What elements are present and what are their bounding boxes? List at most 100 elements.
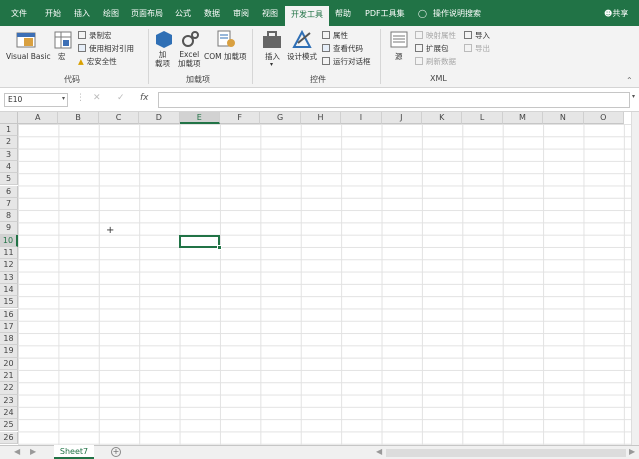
row-header-18[interactable]: 18: [0, 333, 18, 346]
column-header-c[interactable]: C: [98, 112, 140, 124]
scroll-right-icon[interactable]: ▶: [629, 447, 635, 456]
tab-pdf-tools[interactable]: PDF工具集: [365, 8, 405, 19]
vertical-scrollbar[interactable]: [631, 112, 639, 445]
tab-file[interactable]: 文件: [11, 8, 27, 19]
com-addins-button[interactable]: COM 加载项: [204, 52, 247, 61]
tell-me-search[interactable]: ◯ 操作说明搜索: [418, 8, 481, 19]
tab-home[interactable]: 开始: [45, 8, 61, 19]
select-all-corner[interactable]: [0, 112, 18, 124]
column-header-e[interactable]: E: [179, 112, 220, 124]
horizontal-scrollbar[interactable]: [386, 449, 626, 457]
row-header-2[interactable]: 2: [0, 136, 18, 149]
source-button[interactable]: 源: [395, 52, 403, 61]
refresh-data-label: 刷新数据: [426, 57, 456, 66]
properties-button[interactable]: 属性: [322, 30, 348, 41]
row-header-23[interactable]: 23: [0, 394, 18, 407]
cancel-icon[interactable]: ✕: [93, 93, 101, 103]
enter-icon[interactable]: ✓: [117, 93, 125, 103]
tab-formulas[interactable]: 公式: [175, 8, 191, 19]
map-properties-button[interactable]: 映射属性: [415, 30, 456, 41]
row-header-20[interactable]: 20: [0, 357, 18, 370]
tab-insert[interactable]: 插入: [74, 8, 90, 19]
visual-basic-icon: [16, 32, 36, 48]
tab-help[interactable]: 帮助: [335, 8, 351, 19]
row-header-21[interactable]: 21: [0, 370, 18, 383]
addins-icon: [156, 31, 172, 48]
macro-security-button[interactable]: ▲ 宏安全性: [78, 56, 117, 67]
cell-area[interactable]: [18, 124, 631, 445]
column-header-l[interactable]: L: [462, 112, 503, 124]
visual-basic-button[interactable]: Visual Basic: [6, 52, 51, 61]
record-macro-label: 录制宏: [89, 31, 112, 40]
name-box[interactable]: E10 ▾: [4, 93, 68, 107]
row-header-1[interactable]: 1: [0, 124, 18, 137]
addins-button[interactable]: 加 载项: [155, 50, 170, 68]
row-header-6[interactable]: 6: [0, 185, 18, 198]
design-mode-button[interactable]: 设计模式: [287, 52, 317, 61]
insert-dropdown-icon[interactable]: ▾: [270, 60, 273, 69]
tab-review[interactable]: 审阅: [233, 8, 249, 19]
row-header-14[interactable]: 14: [0, 283, 18, 297]
column-header-o[interactable]: O: [583, 112, 624, 124]
row-header-8[interactable]: 8: [0, 210, 18, 223]
refresh-data-button[interactable]: 刷新数据: [415, 56, 456, 67]
macros-button[interactable]: 宏: [58, 52, 66, 61]
xml-group-label: XML: [430, 74, 447, 83]
row-header-11[interactable]: 11: [0, 247, 18, 260]
sheet-tab[interactable]: Sheet7: [54, 445, 94, 459]
tab-view[interactable]: 视图: [262, 8, 278, 19]
run-dialog-button[interactable]: 运行对话框: [322, 56, 371, 67]
tab-draw[interactable]: 绘图: [103, 8, 119, 19]
column-header-m[interactable]: M: [502, 112, 544, 124]
add-sheet-icon[interactable]: +: [111, 447, 121, 457]
row-header-13[interactable]: 13: [0, 271, 18, 284]
formula-input[interactable]: [158, 92, 630, 108]
row-header-16[interactable]: 16: [0, 308, 18, 321]
import-button[interactable]: 导入: [464, 30, 490, 41]
record-macro-button[interactable]: 录制宏: [78, 30, 112, 41]
active-cell[interactable]: [179, 235, 222, 250]
column-header-a[interactable]: A: [18, 112, 59, 124]
insert-function-icon[interactable]: fx: [140, 93, 149, 103]
column-header-g[interactable]: G: [260, 112, 301, 124]
relative-refs-button[interactable]: 使用相对引用: [78, 43, 134, 54]
chevron-down-icon[interactable]: ▾: [62, 95, 65, 102]
row-header-12[interactable]: 12: [0, 259, 18, 272]
row-header-9[interactable]: 9: [0, 222, 18, 235]
tab-developer[interactable]: 开发工具: [285, 6, 329, 26]
column-header-j[interactable]: J: [381, 112, 422, 124]
row-header-19[interactable]: 19: [0, 345, 18, 358]
expansion-packs-button[interactable]: 扩展包: [415, 43, 449, 54]
column-header-i[interactable]: I: [341, 112, 382, 124]
tab-data[interactable]: 数据: [204, 8, 220, 19]
expand-formula-bar-icon[interactable]: ▾: [632, 93, 635, 100]
row-header-15[interactable]: 15: [0, 296, 18, 309]
fill-handle[interactable]: [217, 245, 222, 250]
column-header-h[interactable]: H: [300, 112, 342, 124]
options-dots-icon[interactable]: ⋮: [76, 93, 85, 103]
column-header-b[interactable]: B: [58, 112, 99, 124]
row-header-10[interactable]: 10: [0, 234, 18, 247]
prev-sheet-icon[interactable]: ◀: [14, 447, 20, 456]
row-header-22[interactable]: 22: [0, 382, 18, 395]
export-button[interactable]: 导出: [464, 43, 490, 54]
next-sheet-icon[interactable]: ▶: [30, 447, 36, 456]
column-header-n[interactable]: N: [543, 112, 584, 124]
share-button[interactable]: ☻共享: [604, 8, 628, 19]
column-header-d[interactable]: D: [139, 112, 180, 124]
column-header-k[interactable]: K: [422, 112, 463, 124]
row-header-7[interactable]: 7: [0, 197, 18, 211]
row-header-24[interactable]: 24: [0, 406, 18, 420]
column-header-f[interactable]: F: [220, 112, 261, 124]
tab-page-layout[interactable]: 页面布局: [131, 8, 163, 19]
row-header-25[interactable]: 25: [0, 419, 18, 432]
view-code-button[interactable]: 查看代码: [322, 43, 363, 54]
row-header-3[interactable]: 3: [0, 148, 18, 161]
row-header-5[interactable]: 5: [0, 173, 18, 186]
row-header-4[interactable]: 4: [0, 160, 18, 174]
scroll-left-icon[interactable]: ◀: [376, 447, 382, 456]
row-header-17[interactable]: 17: [0, 320, 18, 334]
excel-addins-button[interactable]: Excel 加载项: [178, 50, 201, 68]
row-header-26[interactable]: 26: [0, 431, 18, 444]
collapse-ribbon-icon[interactable]: ⌃: [626, 76, 633, 85]
